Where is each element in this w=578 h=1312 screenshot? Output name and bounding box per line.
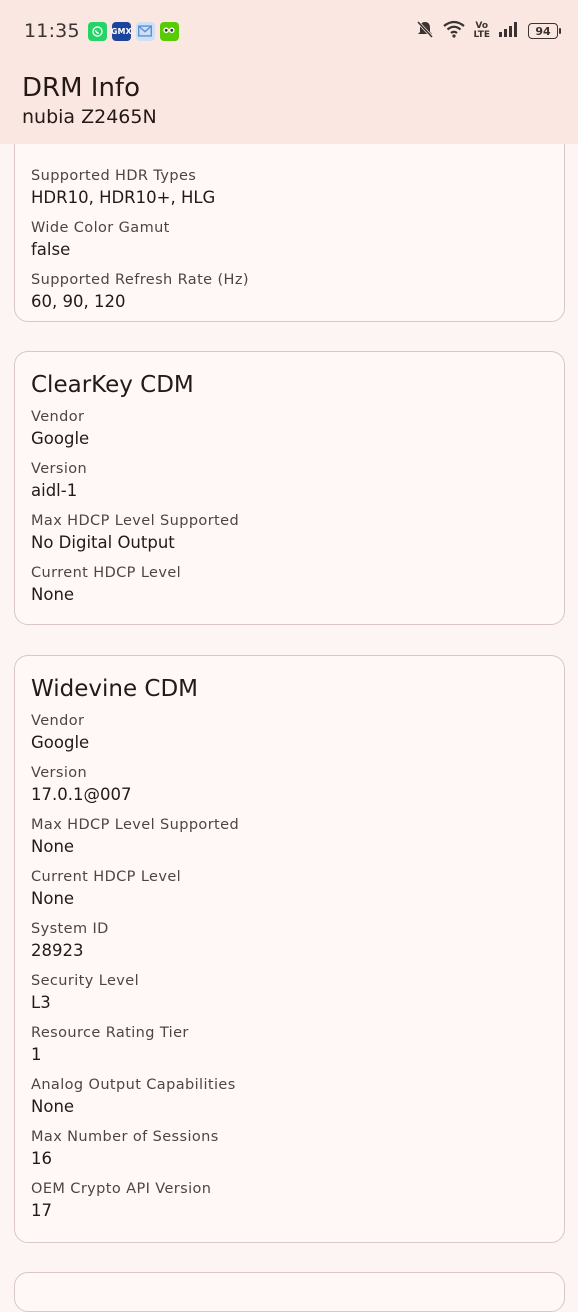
field-max-hdcp: Max HDCP Level Supported No Digital Outp… bbox=[31, 510, 548, 554]
gmx-icon: GMX bbox=[111, 21, 132, 41]
whatsapp-icon bbox=[87, 21, 107, 41]
field-value: No Digital Output bbox=[31, 533, 175, 552]
field-vendor: Vendor Google bbox=[31, 406, 548, 450]
field-value: 17 bbox=[31, 1201, 52, 1220]
field-refresh-rate: Supported Refresh Rate (Hz) 60, 90, 120 bbox=[31, 269, 548, 313]
field-value: 60, 90, 120 bbox=[31, 292, 126, 311]
notification-icons: GMX bbox=[87, 21, 179, 41]
field-version: Version aidl-1 bbox=[31, 458, 548, 502]
field-label: Version bbox=[31, 461, 88, 477]
field-value: None bbox=[31, 585, 75, 604]
field-value: 1 bbox=[31, 1045, 42, 1064]
status-bar: 11:35 GMX Vo LTE 94 bbox=[0, 0, 578, 62]
field-value: None bbox=[31, 889, 75, 908]
field-label: OEM Crypto API Version bbox=[31, 1181, 212, 1197]
device-name: nubia Z2465N bbox=[22, 106, 157, 128]
card-title: ClearKey CDM bbox=[31, 372, 194, 398]
field-max-hdcp: Max HDCP Level Supported None bbox=[31, 814, 548, 858]
page-title: DRM Info bbox=[22, 73, 140, 103]
widevine-cdm-card: Widevine CDM Vendor Google Version 17.0.… bbox=[14, 655, 565, 1243]
card-title: Widevine CDM bbox=[31, 676, 199, 702]
field-value: None bbox=[31, 837, 75, 856]
battery-icon: 94 bbox=[528, 23, 561, 39]
field-label: Max HDCP Level Supported bbox=[31, 817, 240, 833]
field-current-hdcp: Current HDCP Level None bbox=[31, 866, 548, 910]
field-label: Analog Output Capabilities bbox=[31, 1077, 236, 1093]
field-label: Vendor bbox=[31, 713, 85, 729]
field-label: Vendor bbox=[31, 409, 85, 425]
field-value: 16 bbox=[31, 1149, 52, 1168]
field-system-id: System ID 28923 bbox=[31, 918, 548, 962]
mail-icon bbox=[135, 21, 155, 41]
signal-icon bbox=[498, 21, 520, 41]
field-security-level: Security Level L3 bbox=[31, 970, 548, 1014]
duolingo-icon bbox=[159, 21, 179, 41]
status-clock: 11:35 bbox=[24, 20, 80, 42]
field-label: Security Level bbox=[31, 973, 140, 989]
field-label: Max Number of Sessions bbox=[31, 1129, 219, 1145]
next-card-peek bbox=[14, 1272, 565, 1312]
field-oem-crypto-version: OEM Crypto API Version 17 bbox=[31, 1178, 548, 1222]
field-label: System ID bbox=[31, 921, 109, 937]
clearkey-cdm-card: ClearKey CDM Vendor Google Version aidl-… bbox=[14, 351, 565, 625]
field-vendor: Vendor Google bbox=[31, 710, 548, 754]
field-wide-color-gamut: Wide Color Gamut false bbox=[31, 217, 548, 261]
field-value: HDR10, HDR10+, HLG bbox=[31, 188, 216, 207]
wifi-icon bbox=[443, 20, 466, 42]
field-resource-rating-tier: Resource Rating Tier 1 bbox=[31, 1022, 548, 1066]
field-value: aidl-1 bbox=[31, 481, 78, 500]
field-label: Current HDCP Level bbox=[31, 565, 182, 581]
field-value: Google bbox=[31, 429, 90, 448]
field-label: Supported Refresh Rate (Hz) bbox=[31, 272, 249, 288]
field-max-sessions: Max Number of Sessions 16 bbox=[31, 1126, 548, 1170]
field-value: None bbox=[31, 1097, 75, 1116]
field-value: false bbox=[31, 240, 71, 259]
field-label: Version bbox=[31, 765, 88, 781]
bell-muted-icon bbox=[415, 19, 435, 43]
field-label: Supported HDR Types bbox=[31, 168, 197, 184]
field-label: Wide Color Gamut bbox=[31, 220, 170, 236]
field-value: 17.0.1@007 bbox=[31, 785, 132, 804]
system-status-icons: Vo LTE 94 bbox=[415, 19, 561, 43]
field-current-hdcp: Current HDCP Level None bbox=[31, 562, 548, 606]
field-version: Version 17.0.1@007 bbox=[31, 762, 548, 806]
field-value: L3 bbox=[31, 993, 51, 1012]
field-analog-output: Analog Output Capabilities None bbox=[31, 1074, 548, 1118]
field-value: Google bbox=[31, 733, 90, 752]
volte-icon: Vo LTE bbox=[473, 21, 490, 40]
field-label: Current HDCP Level bbox=[31, 869, 182, 885]
field-label: Max HDCP Level Supported bbox=[31, 513, 240, 529]
field-hdr-types: Supported HDR Types HDR10, HDR10+, HLG bbox=[31, 165, 548, 209]
field-label: Resource Rating Tier bbox=[31, 1025, 189, 1041]
app-bar: DRM Info nubia Z2465N bbox=[0, 62, 578, 144]
field-value: 28923 bbox=[31, 941, 84, 960]
